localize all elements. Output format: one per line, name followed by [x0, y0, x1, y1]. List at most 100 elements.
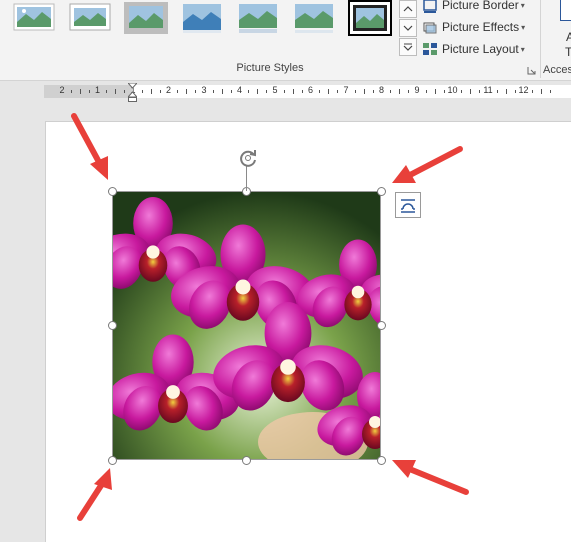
ruler-tick [470, 89, 472, 94]
layout-options-button[interactable] [395, 192, 421, 218]
ruler-tick [141, 90, 143, 93]
gallery-up-button[interactable] [399, 0, 417, 18]
ruler-tick [319, 90, 321, 93]
orchid-picture[interactable] [112, 191, 381, 460]
picture-border-icon [423, 0, 437, 13]
ruler-tick [372, 90, 374, 93]
ruler-tick [230, 90, 232, 93]
ruler-tick [115, 89, 117, 94]
orchid-image [113, 192, 380, 459]
picture-layout-icon [423, 43, 437, 55]
ruler-tick [496, 90, 498, 93]
red-arrow-icon [392, 146, 463, 183]
ruler-tick [363, 89, 365, 94]
ruler-label: 11 [483, 85, 493, 95]
chevron-down-icon: ▾ [520, 0, 525, 10]
ruler-tick [505, 89, 507, 94]
style-thumbnail-3[interactable] [124, 0, 168, 36]
horizontal-ruler[interactable]: 2 1 1 2 3 4 5 6 7 8 9 10 11 12 [0, 81, 571, 103]
red-arrow-icon [71, 113, 108, 180]
resize-handle-right[interactable] [377, 321, 386, 330]
picture-layout-button[interactable]: Picture Layout ▾ [422, 38, 534, 60]
group-label-picture-styles: Picture Styles [236, 62, 304, 74]
ruler-tick [541, 89, 543, 94]
style-thumbnail-2[interactable] [68, 0, 112, 36]
chevron-up-icon [403, 6, 413, 12]
resize-handle-bottom[interactable] [242, 456, 251, 465]
ruler-tick [461, 90, 463, 93]
resize-handle-left[interactable] [108, 321, 117, 330]
ruler-tick [159, 90, 161, 93]
ruler-tick [150, 89, 152, 94]
ruler-label: 2 [165, 85, 172, 95]
layout-options-icon [401, 199, 415, 213]
ruler-tick [337, 90, 339, 93]
picture-effects-button[interactable]: Picture Effects ▾ [422, 16, 534, 38]
style-thumbnail-6[interactable] [292, 0, 336, 36]
ruler-label: 5 [272, 85, 278, 95]
picture-effects-label: Picture Effects [442, 20, 520, 34]
ruler-tick [212, 90, 214, 93]
group-label-accessibility: Acces [543, 64, 571, 76]
ruler-label: 1 [94, 85, 101, 95]
ruler-tick [354, 90, 356, 93]
alt-text-label-partial: A [566, 30, 571, 44]
gallery-more-button[interactable] [399, 38, 417, 56]
alt-text-button[interactable] [560, 0, 571, 21]
ruler-label: 10 [447, 85, 458, 95]
ruler-label: 4 [236, 85, 243, 95]
ruler-tick [177, 90, 179, 93]
picture-border-button[interactable]: Picture Border ▾ [422, 0, 534, 16]
ruler-tick [434, 89, 436, 94]
ruler-label: 12 [518, 85, 529, 95]
expand-gallery-icon [403, 43, 413, 51]
ruler-tick [106, 90, 108, 93]
ruler-label: 2 [59, 85, 65, 95]
resize-handle-bottom-right[interactable] [377, 456, 386, 465]
resize-handle-top-left[interactable] [108, 187, 117, 196]
gallery-down-button[interactable] [399, 19, 417, 37]
chevron-down-icon [403, 25, 413, 31]
style-thumbnail-1[interactable] [12, 0, 56, 36]
gallery-scroll [399, 0, 417, 56]
ruler-tick [550, 90, 552, 93]
picture-border-label: Picture Border [442, 0, 519, 12]
rotation-connector [246, 166, 247, 191]
ruler-label: 7 [343, 85, 349, 95]
picture-commands: Picture Border ▾ Picture Effects ▾ Pictu… [422, 0, 534, 60]
indent-marker-icon[interactable] [128, 83, 137, 103]
alt-text-label-partial-2: Te [565, 45, 571, 59]
ruler-tick [514, 90, 516, 93]
picture-styles-gallery [6, 0, 396, 42]
ruler-tick [443, 90, 445, 93]
ruler-tick [532, 90, 534, 93]
ruler-tick [283, 90, 285, 93]
ruler-tick [328, 89, 330, 94]
ruler-label: 3 [201, 85, 207, 95]
ruler-tick [399, 89, 401, 94]
ribbon: Picture Border ▾ Picture Effects ▾ Pictu… [0, 0, 571, 81]
red-arrow-icon [392, 460, 469, 495]
style-thumbnail-7-selected[interactable] [348, 0, 392, 36]
resize-handle-top-right[interactable] [377, 187, 386, 196]
ruler-label: 9 [414, 85, 420, 95]
ruler-tick [479, 90, 481, 93]
chevron-down-icon: ▾ [520, 44, 525, 54]
ruler-tick [301, 90, 303, 93]
style-thumbnail-5[interactable] [236, 0, 280, 36]
ruler-tick [425, 90, 427, 93]
rotate-icon[interactable] [237, 147, 259, 169]
picture-layout-label: Picture Layout [442, 42, 519, 56]
ruler-tick [195, 90, 197, 93]
ruler-tick [186, 89, 188, 94]
chevron-down-icon: ▾ [521, 22, 526, 32]
picture-effects-icon [423, 22, 437, 34]
style-thumbnail-4[interactable] [180, 0, 224, 36]
ruler-tick [266, 90, 268, 93]
ruler-tick [124, 90, 126, 93]
ruler-tick [79, 89, 81, 94]
ruler-tick [292, 89, 294, 94]
dialog-launcher-icon[interactable] [527, 66, 536, 75]
ruler-label: 8 [378, 85, 385, 95]
ruler-tick [390, 90, 392, 93]
